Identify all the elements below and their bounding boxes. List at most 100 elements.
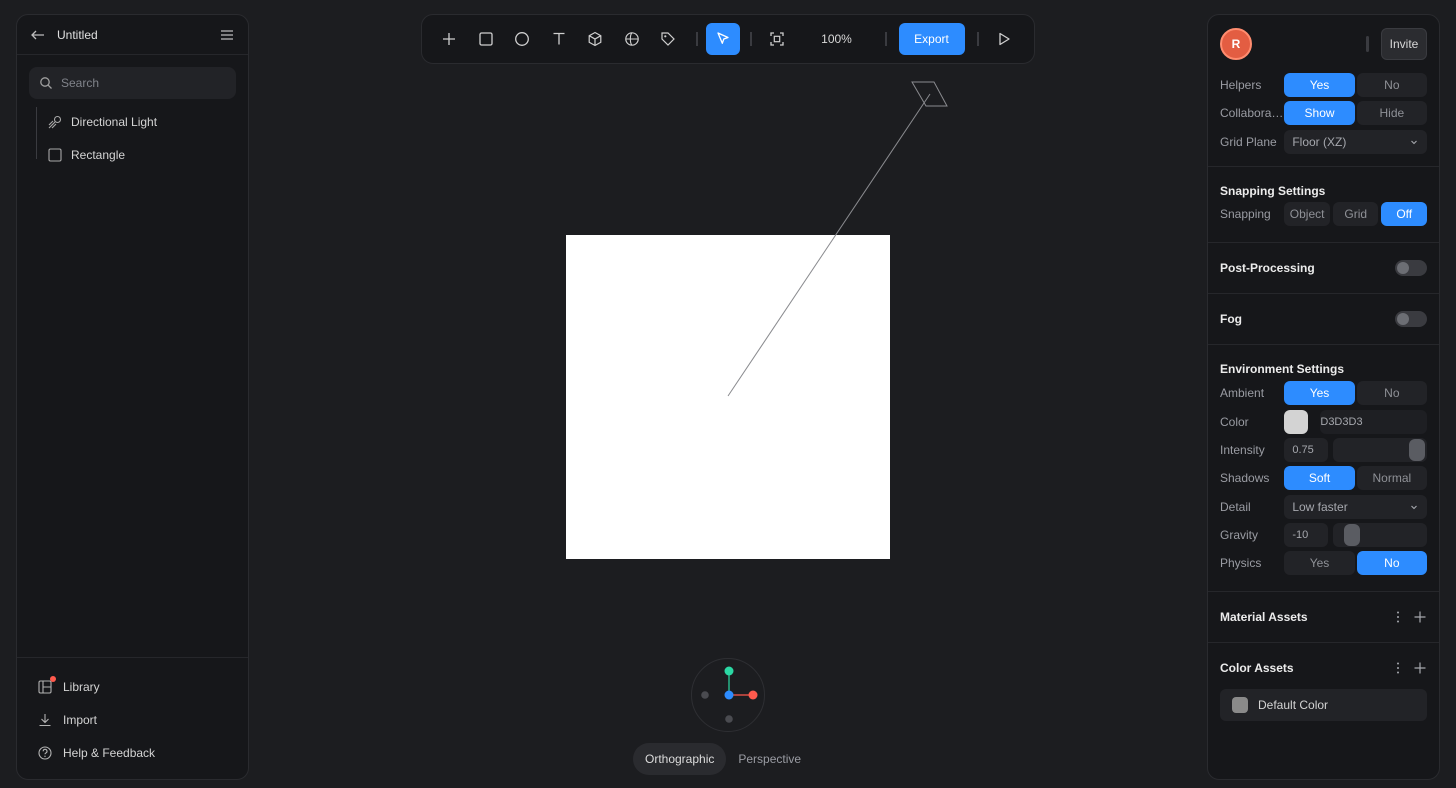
snapping-object[interactable]: Object (1284, 202, 1330, 227)
layer-item-rectangle[interactable]: Rectangle (17, 138, 248, 171)
color-row: Color D3D3D3 (1208, 407, 1439, 435)
physics-yes[interactable]: Yes (1284, 551, 1355, 576)
play-button[interactable] (987, 23, 1021, 55)
invite-button[interactable]: Invite (1381, 28, 1427, 60)
chevron-down-icon (1411, 505, 1417, 509)
more-vertical-icon[interactable] (1391, 661, 1405, 675)
select-tool[interactable] (705, 23, 740, 55)
intensity-input[interactable]: 0.75 (1284, 437, 1329, 462)
cube-icon (588, 31, 602, 47)
document-title[interactable]: Untitled (57, 28, 218, 42)
properties-header: R Invite (1208, 15, 1439, 73)
notification-dot (50, 675, 56, 682)
axis-gizmo-graphic (701, 666, 758, 723)
helpers-yes[interactable]: Yes (1284, 73, 1355, 98)
color-swatch[interactable] (1284, 409, 1309, 434)
pen-tool[interactable] (651, 23, 685, 55)
back-arrow-icon[interactable] (29, 26, 47, 44)
text-tool[interactable] (542, 23, 576, 55)
snapping-grid[interactable]: Grid (1332, 202, 1379, 227)
snapping-off[interactable]: Off (1381, 202, 1428, 227)
frame-tool[interactable] (760, 23, 794, 55)
grid-plane-row: Grid Plane Floor (XZ) (1208, 128, 1439, 156)
physics-toggle: Yes No (1284, 551, 1427, 576)
color-assets-actions (1391, 661, 1427, 675)
sphere-tool[interactable] (615, 23, 649, 55)
slider-handle[interactable] (1409, 438, 1426, 461)
snapping-row: Snapping Object Grid Off (1208, 200, 1439, 228)
zoom-level[interactable]: 100% (797, 32, 877, 46)
post-processing-section: Post-Processing (1208, 243, 1439, 293)
plus-icon[interactable] (1413, 610, 1427, 624)
rectangle-tool[interactable] (469, 23, 503, 55)
post-processing-toggle[interactable] (1395, 260, 1427, 277)
search-input[interactable] (61, 76, 221, 90)
axis-gizmo[interactable] (691, 658, 765, 732)
plus-icon[interactable] (1413, 661, 1427, 675)
ambient-label: Ambient (1220, 386, 1265, 401)
layers-panel-footer: Library Import Help & Feedback (17, 657, 248, 779)
cube-tool[interactable] (578, 23, 612, 55)
default-color-asset[interactable]: Default Color (1220, 689, 1427, 722)
helpers-no[interactable]: No (1356, 73, 1427, 98)
helpers-toggle: Yes No (1284, 73, 1427, 98)
layers-panel-header: Untitled (17, 15, 248, 55)
tab-perspective[interactable]: Perspective (726, 743, 813, 775)
import-link[interactable]: Import (17, 703, 248, 736)
detail-row: Detail Low faster (1208, 492, 1439, 520)
ambient-toggle: Yes No (1284, 381, 1427, 406)
layer-search[interactable] (29, 67, 236, 99)
default-color-swatch (1232, 697, 1248, 714)
rectangle-tool-icon (478, 32, 493, 46)
ambient-yes[interactable]: Yes (1284, 381, 1355, 406)
color-hex-input[interactable]: D3D3D3 (1320, 409, 1427, 434)
intensity-slider[interactable] (1333, 437, 1427, 462)
layer-item-directional-light[interactable]: Directional Light (17, 105, 248, 138)
helpers-row: Helpers Yes No (1208, 71, 1439, 99)
add-button[interactable] (432, 23, 466, 55)
ellipse-tool[interactable] (505, 23, 539, 55)
shadows-label: Shadows (1220, 471, 1270, 486)
frame-icon (770, 32, 784, 46)
snapping-label: Snapping (1220, 207, 1271, 222)
section-title: Snapping Settings (1220, 183, 1326, 198)
shadows-soft[interactable]: Soft (1284, 466, 1355, 491)
import-icon (37, 712, 53, 728)
help-feedback-link[interactable]: Help & Feedback (17, 736, 248, 769)
detail-select[interactable]: Low faster (1284, 494, 1427, 519)
export-button[interactable]: Export (898, 23, 965, 55)
material-assets-section: Material Assets (1208, 592, 1439, 642)
section-title: Material Assets (1220, 610, 1308, 625)
physics-no[interactable]: No (1356, 551, 1427, 576)
hamburger-menu-icon[interactable] (218, 26, 236, 44)
toolbar-divider (884, 32, 887, 46)
slider-handle[interactable] (1344, 523, 1361, 546)
shadows-normal[interactable]: Normal (1356, 466, 1427, 491)
tab-orthographic[interactable]: Orthographic (633, 743, 727, 775)
fog-section: Fog (1208, 294, 1439, 344)
grid-plane-select[interactable]: Floor (XZ) (1284, 129, 1427, 154)
gravity-slider[interactable] (1333, 522, 1427, 547)
more-vertical-icon[interactable] (1391, 610, 1405, 624)
collaborators-label: Collaborators (1220, 106, 1285, 121)
section-title: Post-Processing (1220, 261, 1315, 276)
search-icon (39, 76, 53, 90)
library-link[interactable]: Library (17, 670, 248, 703)
intensity-label: Intensity (1220, 442, 1265, 457)
default-color-label: Default Color (1258, 698, 1329, 713)
collaborators-hide[interactable]: Hide (1356, 101, 1427, 126)
properties-panel: R Invite Helpers Yes No Collaborators Sh… (1207, 14, 1440, 780)
ambient-no[interactable]: No (1356, 381, 1427, 406)
directional-light-icon (47, 114, 63, 130)
fog-toggle[interactable] (1395, 311, 1427, 328)
play-icon (998, 32, 1010, 46)
sphere-icon (624, 32, 639, 46)
footer-label: Library (63, 679, 100, 694)
ambient-row: Ambient Yes No (1208, 379, 1439, 407)
avatar[interactable]: R (1220, 28, 1252, 60)
collaborators-show[interactable]: Show (1284, 101, 1355, 126)
snapping-toggle: Object Grid Off (1284, 202, 1428, 227)
directional-light-helper[interactable] (700, 70, 960, 410)
rectangle-icon (47, 147, 63, 163)
gravity-input[interactable]: -10 (1284, 522, 1329, 547)
